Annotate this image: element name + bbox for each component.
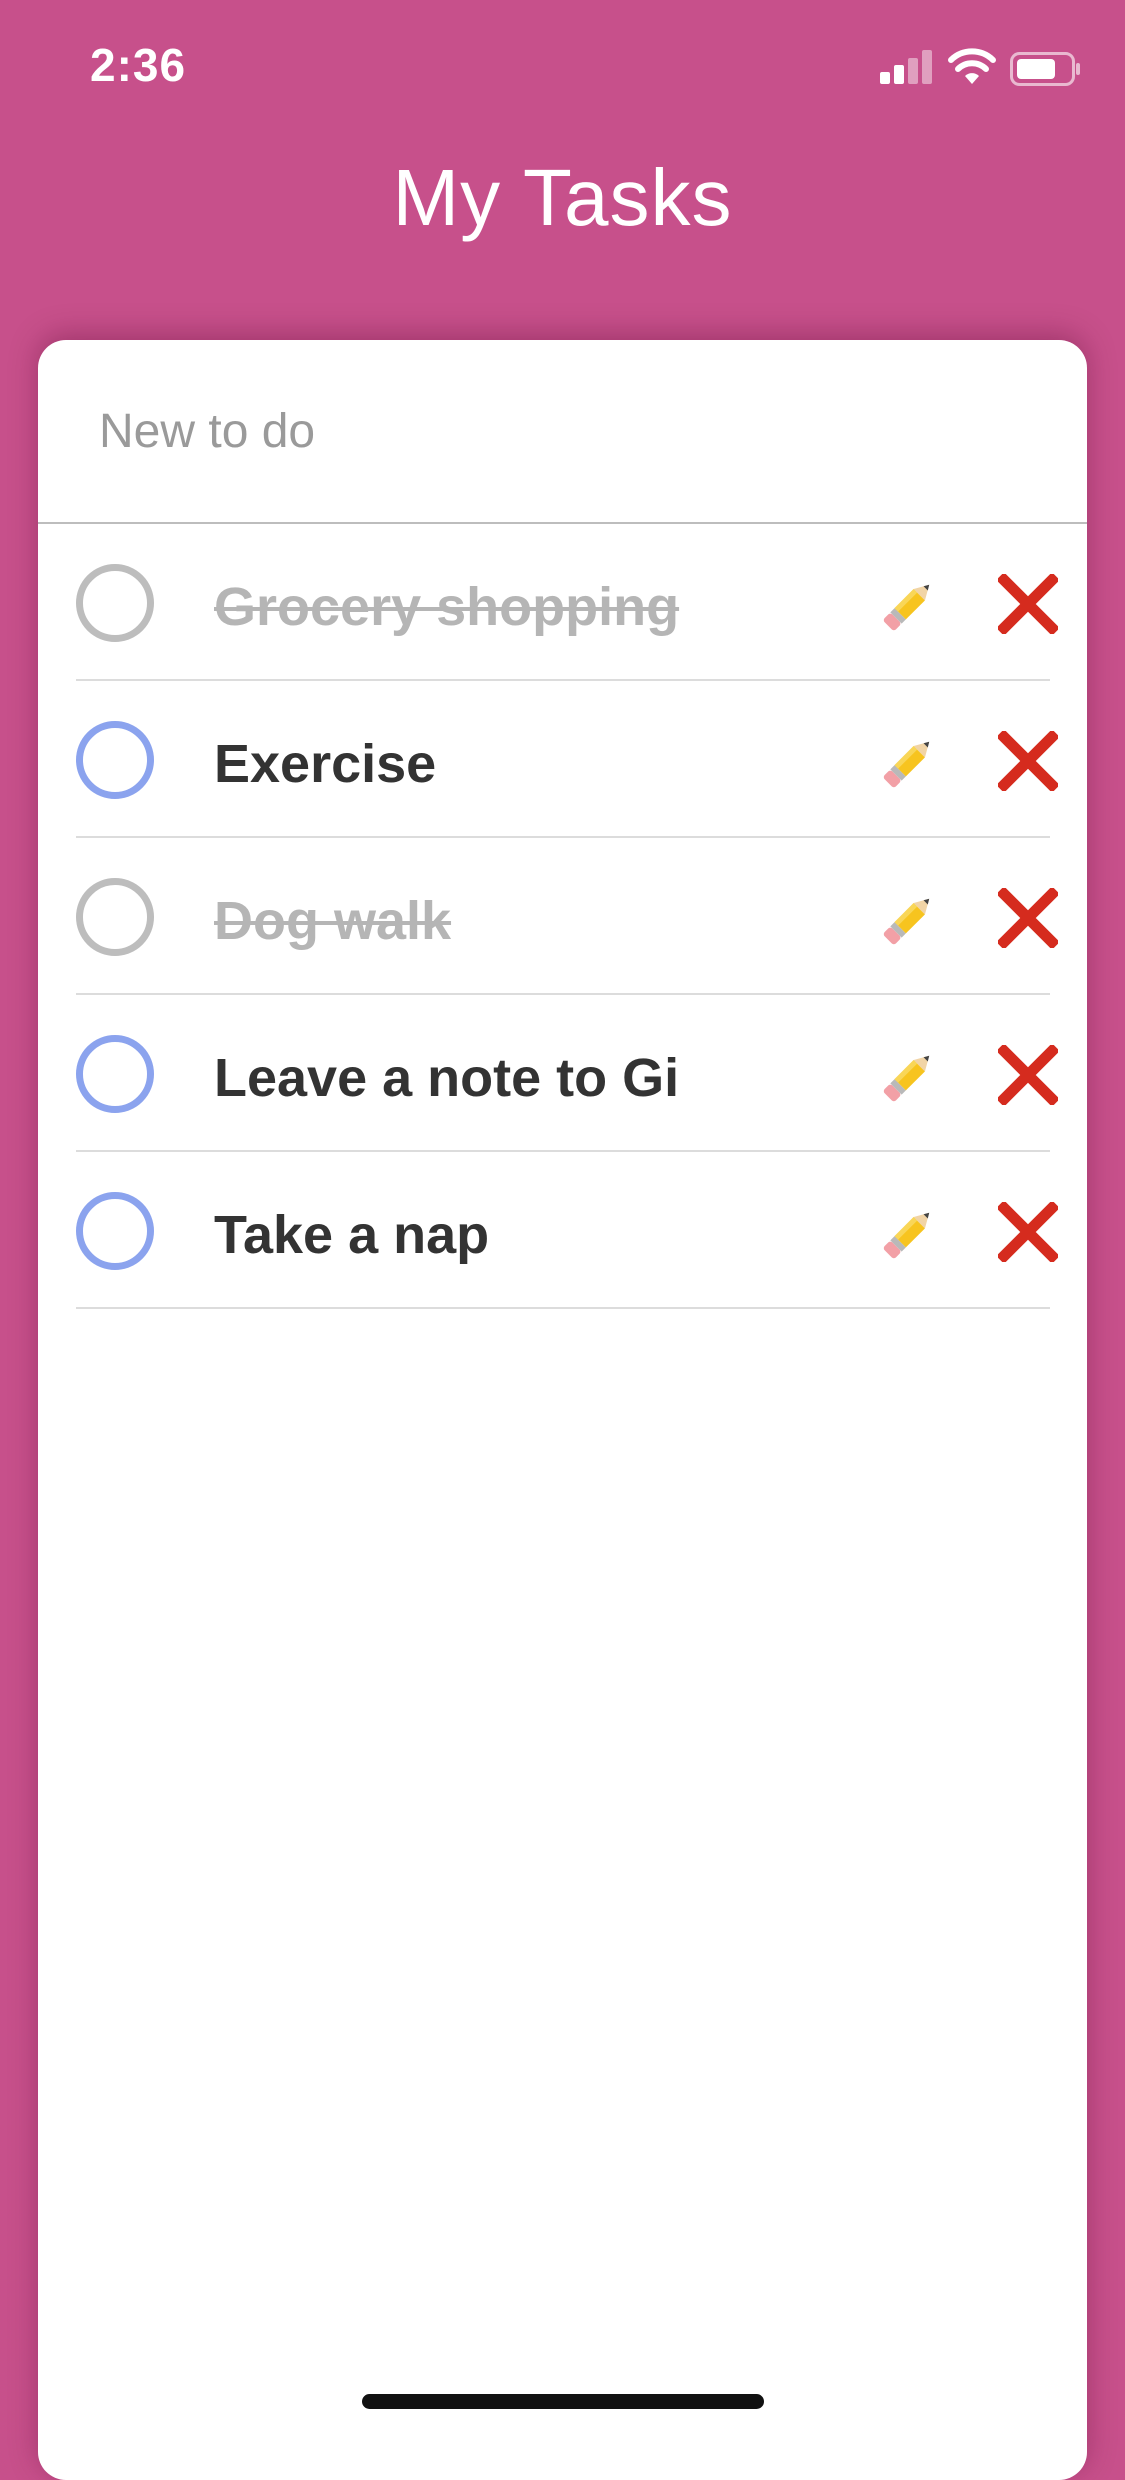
close-icon [998,574,1058,634]
task-checkbox[interactable] [76,878,154,956]
task-label: Grocery shopping [214,577,680,637]
delete-task-button[interactable] [998,1045,1058,1105]
edit-task-button[interactable] [876,731,940,795]
close-icon [998,1045,1058,1105]
pencil-icon [883,741,930,788]
edit-task-button[interactable] [876,1045,940,1109]
task-row: Exercise [76,681,1058,838]
delete-task-button[interactable] [998,888,1058,948]
task-row: Dog walk [76,838,1058,995]
task-label: Leave a note to Gi [214,1048,680,1108]
delete-task-button[interactable] [998,1202,1058,1262]
delete-task-button[interactable] [998,574,1058,634]
delete-task-button[interactable] [998,731,1058,791]
task-row: Leave a note to Gi [76,995,1058,1152]
task-checkbox[interactable] [76,1035,154,1113]
task-list: Grocery shopping Exercise Dog walk Leave… [76,524,1058,1309]
battery-icon [1010,52,1080,86]
task-row: Grocery shopping [76,524,1058,681]
task-checkbox[interactable] [76,721,154,799]
task-label: Exercise [214,734,437,794]
edit-task-button[interactable] [876,1202,940,1266]
page-title: My Tasks [392,153,733,242]
task-checkbox[interactable] [76,1192,154,1270]
status-time: 2:36 [90,39,187,91]
pencil-icon [883,584,930,631]
pencil-icon [883,898,930,945]
task-label: Take a nap [214,1205,490,1265]
home-indicator[interactable] [362,2394,764,2409]
cellular-signal-icon [880,50,932,84]
close-icon [998,888,1058,948]
status-bar: 2:36 [0,0,1125,140]
task-checkbox[interactable] [76,564,154,642]
close-icon [998,731,1058,791]
new-todo-input[interactable] [38,340,1087,524]
wifi-icon [948,48,996,84]
edit-task-button[interactable] [876,574,940,638]
task-label: Dog walk [214,891,452,951]
edit-task-button[interactable] [876,888,940,952]
task-row: Take a nap [76,1152,1058,1309]
pencil-icon [883,1055,930,1102]
task-card: Grocery shopping [38,340,1087,2480]
pencil-icon [883,1212,930,1259]
close-icon [998,1202,1058,1262]
